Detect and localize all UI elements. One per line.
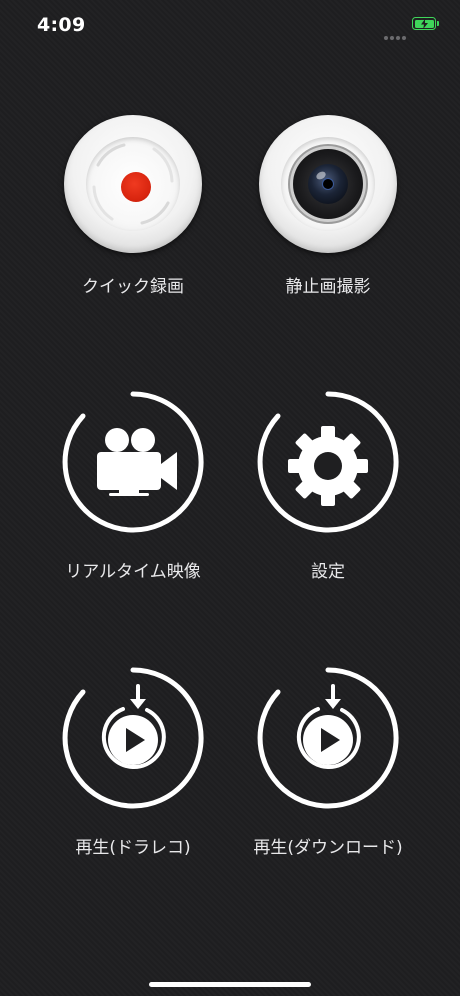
playback-download-icon (257, 667, 399, 809)
status-bar: 4:09 (0, 0, 460, 52)
app-screen: 4:09 クイック録画 静止画撮影 リアルタイム映像 設定 再生(ドラレコ) 再… (0, 0, 460, 996)
quick-record-label: クイック録画 (82, 277, 184, 297)
charging-bolt-icon (420, 18, 428, 29)
quick-record-button[interactable]: クイック録画 (33, 112, 233, 312)
status-time: 4:09 (37, 14, 86, 36)
play-dashcam-label: 再生(ドラレコ) (75, 838, 191, 858)
battery-icon (412, 17, 436, 30)
still-photo-label: 静止画撮影 (285, 277, 371, 297)
play-dashcam-button[interactable]: 再生(ドラレコ) (33, 666, 233, 866)
play-download-label: 再生(ダウンロード) (253, 838, 403, 858)
settings-button[interactable]: 設定 (228, 390, 428, 590)
camera-lens-icon (256, 112, 400, 256)
signal-icon (384, 25, 408, 40)
playback-download-icon (62, 667, 204, 809)
home-indicator[interactable] (149, 982, 311, 987)
settings-label: 設定 (311, 562, 345, 582)
realtime-video-label: リアルタイム映像 (65, 562, 201, 582)
still-photo-button[interactable]: 静止画撮影 (228, 112, 428, 312)
record-button-icon (61, 112, 205, 256)
battery-cap (437, 21, 439, 26)
realtime-video-button[interactable]: リアルタイム映像 (33, 390, 233, 590)
play-download-button[interactable]: 再生(ダウンロード) (228, 666, 428, 866)
record-dot (121, 172, 151, 202)
gear-icon (257, 391, 399, 533)
video-camera-icon (62, 391, 204, 533)
